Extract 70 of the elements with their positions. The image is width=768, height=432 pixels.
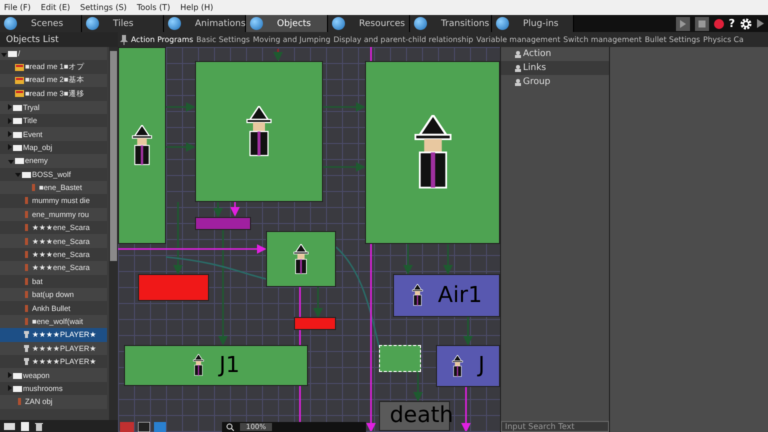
connector-line	[166, 142, 196, 152]
witch-sprite	[244, 106, 274, 157]
sprite-node[interactable]	[195, 61, 323, 202]
list-item[interactable]: Group	[501, 75, 609, 89]
connector-line	[313, 287, 323, 318]
connector-line	[463, 317, 473, 346]
person-icon	[515, 78, 521, 86]
search-icon[interactable]	[226, 423, 234, 431]
page-icon[interactable]	[21, 422, 29, 430]
tab[interactable]: Objects	[246, 15, 328, 32]
tab[interactable]: Scenes	[0, 15, 82, 32]
pin-icon[interactable]	[120, 34, 128, 44]
menu-item[interactable]: Settings (S)	[80, 3, 127, 12]
connector-line	[461, 387, 471, 431]
film-icon[interactable]	[138, 422, 150, 432]
tab[interactable]: Transitions	[410, 15, 492, 32]
sprite-node[interactable]	[266, 231, 336, 287]
tab-icon	[414, 17, 427, 30]
search-field[interactable]: Input Search Text	[501, 421, 609, 432]
folder-icon	[8, 50, 17, 58]
tab[interactable]: Tiles	[82, 15, 164, 32]
tag-node[interactable]	[195, 217, 251, 230]
figure-icon	[22, 358, 31, 366]
tab[interactable]: Resources	[328, 15, 410, 32]
figure-icon	[22, 344, 31, 352]
tab-icon	[168, 17, 181, 30]
tab[interactable]: Animations	[164, 15, 246, 32]
tag-node[interactable]	[294, 317, 336, 330]
witch-sprite	[192, 354, 206, 377]
person-icon	[515, 50, 521, 58]
expand-icon[interactable]	[757, 19, 764, 28]
list-item[interactable]: Links	[501, 61, 609, 75]
person-icon	[515, 64, 521, 72]
connector-line	[166, 102, 196, 112]
menu-item[interactable]: File (F)	[4, 3, 31, 12]
tab-icon	[86, 17, 99, 30]
menu-item[interactable]: Help (H)	[180, 3, 214, 12]
menu-item[interactable]: Edit (E)	[40, 3, 70, 12]
note-icon	[15, 64, 24, 71]
record-icon[interactable]	[714, 18, 724, 28]
note-icon	[15, 90, 24, 98]
sprite-node[interactable]	[365, 61, 500, 244]
help-button[interactable]: ?	[728, 17, 735, 30]
menu-item[interactable]: Tools (T)	[136, 3, 170, 12]
tab[interactable]: Plug-ins	[492, 15, 574, 32]
witch-sprite	[130, 125, 154, 166]
state-node[interactable]: J1	[124, 345, 308, 386]
connector-line	[213, 202, 223, 218]
scrollbar[interactable]	[109, 47, 118, 420]
witch-sprite	[451, 354, 464, 378]
connector-line	[403, 244, 413, 275]
panel-title: Objects List	[0, 32, 118, 47]
figure-icon	[22, 331, 31, 338]
witch-sprite	[410, 284, 424, 307]
folder-icon[interactable]	[4, 422, 15, 430]
connector-line	[273, 49, 283, 62]
settings-icon[interactable]	[740, 18, 752, 30]
tab-icon	[250, 17, 263, 30]
tab-icon	[332, 17, 345, 30]
tag-node[interactable]	[138, 274, 209, 301]
sprite-node[interactable]	[118, 47, 166, 244]
witch-sprite	[292, 244, 310, 274]
dashed-node[interactable]	[379, 345, 421, 372]
tab-icon	[496, 17, 509, 30]
connector-line	[413, 372, 423, 402]
tab-icon	[4, 17, 17, 30]
trash-icon[interactable]	[35, 422, 43, 430]
list-item[interactable]: Action	[501, 47, 609, 61]
connector-line	[443, 244, 453, 275]
note-icon	[15, 76, 24, 84]
